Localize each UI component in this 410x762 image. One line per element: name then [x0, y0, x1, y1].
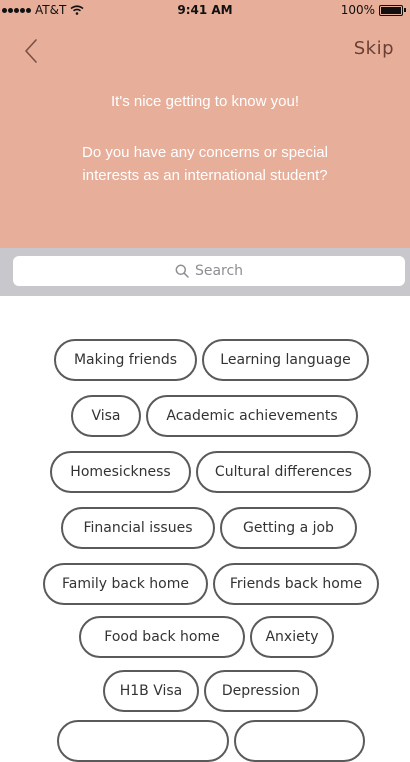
topic-chip-partial[interactable] [234, 720, 365, 762]
back-button[interactable] [18, 34, 46, 68]
topic-chip[interactable]: Making friends [54, 339, 197, 381]
search-placeholder: Search [194, 263, 244, 279]
topic-chip[interactable]: Friends back home [213, 563, 379, 605]
topic-chip[interactable]: H1B Visa [103, 670, 199, 712]
topic-chip[interactable]: Learning language [202, 339, 369, 381]
header: AT&T 9:41 AM 100% Skip It's nice getting… [0, 0, 410, 248]
chevron-left-icon [25, 39, 37, 63]
search-icon [175, 264, 189, 278]
topic-chip[interactable]: Getting a job [220, 507, 357, 549]
skip-button[interactable]: Skip [354, 38, 394, 59]
topic-chip[interactable]: Family back home [43, 563, 208, 605]
topic-chip[interactable]: Homesickness [50, 451, 191, 493]
topic-chip[interactable]: Cultural differences [196, 451, 371, 493]
topic-chip[interactable]: Visa [71, 395, 141, 437]
topic-chip[interactable]: Academic achievements [146, 395, 358, 437]
greeting-text: It's nice getting to know you! [111, 93, 299, 110]
search-input[interactable]: Search [13, 256, 405, 286]
topic-chip[interactable]: Financial issues [61, 507, 215, 549]
battery-status: 100% [341, 3, 406, 17]
topic-chip[interactable]: Food back home [79, 616, 245, 658]
question-text: Do you have any concerns or special inte… [82, 144, 328, 184]
battery-percent: 100% [340, 3, 375, 17]
topic-chip[interactable]: Anxiety [250, 616, 334, 658]
battery-icon [379, 4, 403, 16]
search-bar: Search [0, 248, 410, 296]
status-bar: AT&T 9:41 AM 100% [0, 0, 410, 20]
topic-chip-partial[interactable] [57, 720, 229, 762]
topic-chip[interactable]: Depression [204, 670, 318, 712]
